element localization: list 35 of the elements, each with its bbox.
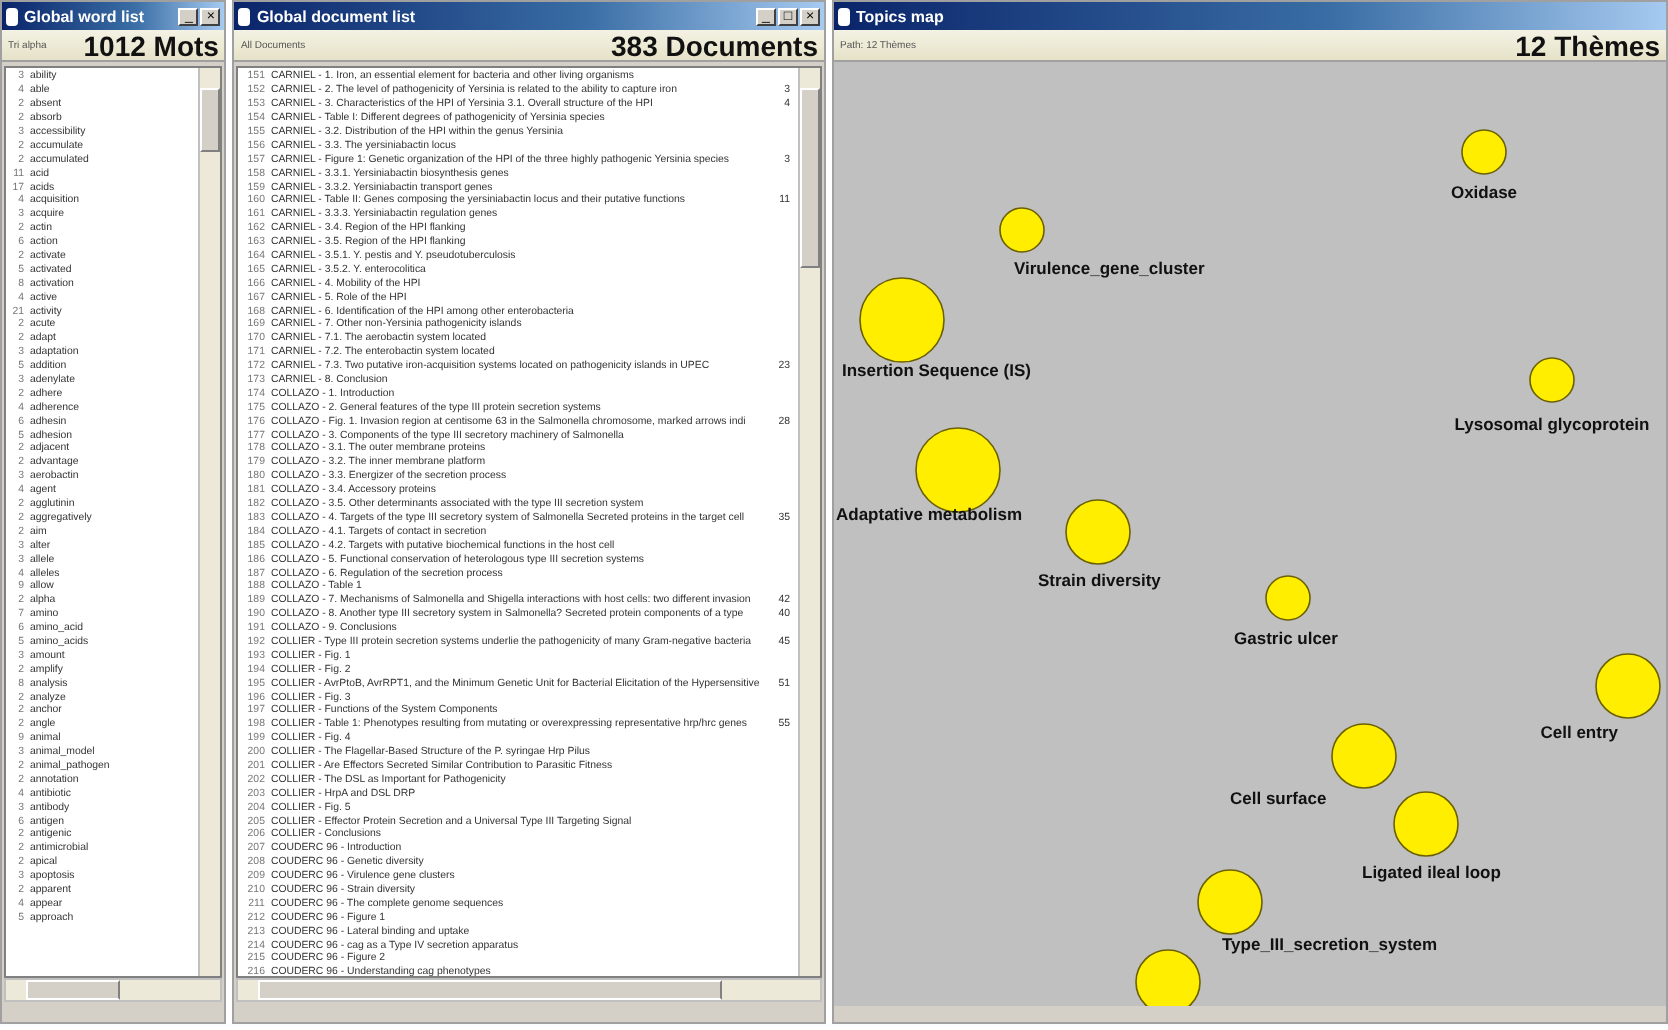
horizontal-scrollbar[interactable] (236, 978, 822, 1002)
theme-label[interactable]: Lysosomal glycoprotein (1454, 414, 1650, 434)
document-count: 383 Documents (611, 29, 818, 61)
theme-bubble[interactable] (1461, 129, 1507, 175)
theme-label[interactable]: Cell entry (1540, 722, 1618, 742)
theme-bubble[interactable] (1197, 869, 1263, 935)
theme-bubble[interactable] (1595, 653, 1661, 719)
app-icon (838, 7, 850, 25)
theme-label[interactable]: Type_III_secretion_system (1222, 934, 1438, 954)
theme-count: 12 Thèmes (1515, 29, 1660, 61)
horizontal-scrollbar[interactable] (4, 978, 223, 1002)
theme-bubble[interactable] (859, 277, 945, 363)
word-count: 1012 Mots (83, 29, 219, 61)
theme-bubble[interactable] (1135, 949, 1201, 1006)
window-title: Global word list (24, 7, 145, 25)
theme-label[interactable]: Virulence_gene_cluster (1014, 258, 1205, 278)
theme-label[interactable]: Oxidase (1450, 182, 1518, 202)
vertical-scrollbar[interactable] (198, 68, 221, 976)
vertical-scrollbar[interactable] (798, 68, 820, 976)
theme-bubble[interactable] (1265, 575, 1311, 621)
theme-bubble[interactable] (1065, 499, 1131, 565)
app-icon (6, 7, 18, 25)
theme-bubble[interactable] (1529, 357, 1575, 403)
window-title: Global document list (256, 7, 416, 25)
theme-bubble[interactable] (999, 207, 1045, 253)
theme-bubble[interactable] (1393, 791, 1459, 857)
theme-label[interactable]: Strain diversity (1038, 570, 1161, 590)
app-icon (238, 7, 251, 25)
theme-label[interactable]: Ligated ileal loop (1362, 862, 1501, 882)
theme-label[interactable]: Gastric ulcer (1234, 628, 1338, 648)
theme-label[interactable]: Cell surface (1230, 788, 1327, 808)
theme-label[interactable]: Adaptative metabolism (836, 504, 1023, 524)
window-title: Topics map (856, 7, 944, 25)
theme-bubble[interactable] (1331, 723, 1397, 789)
theme-label[interactable]: Insertion Sequence (IS) (842, 360, 1031, 380)
